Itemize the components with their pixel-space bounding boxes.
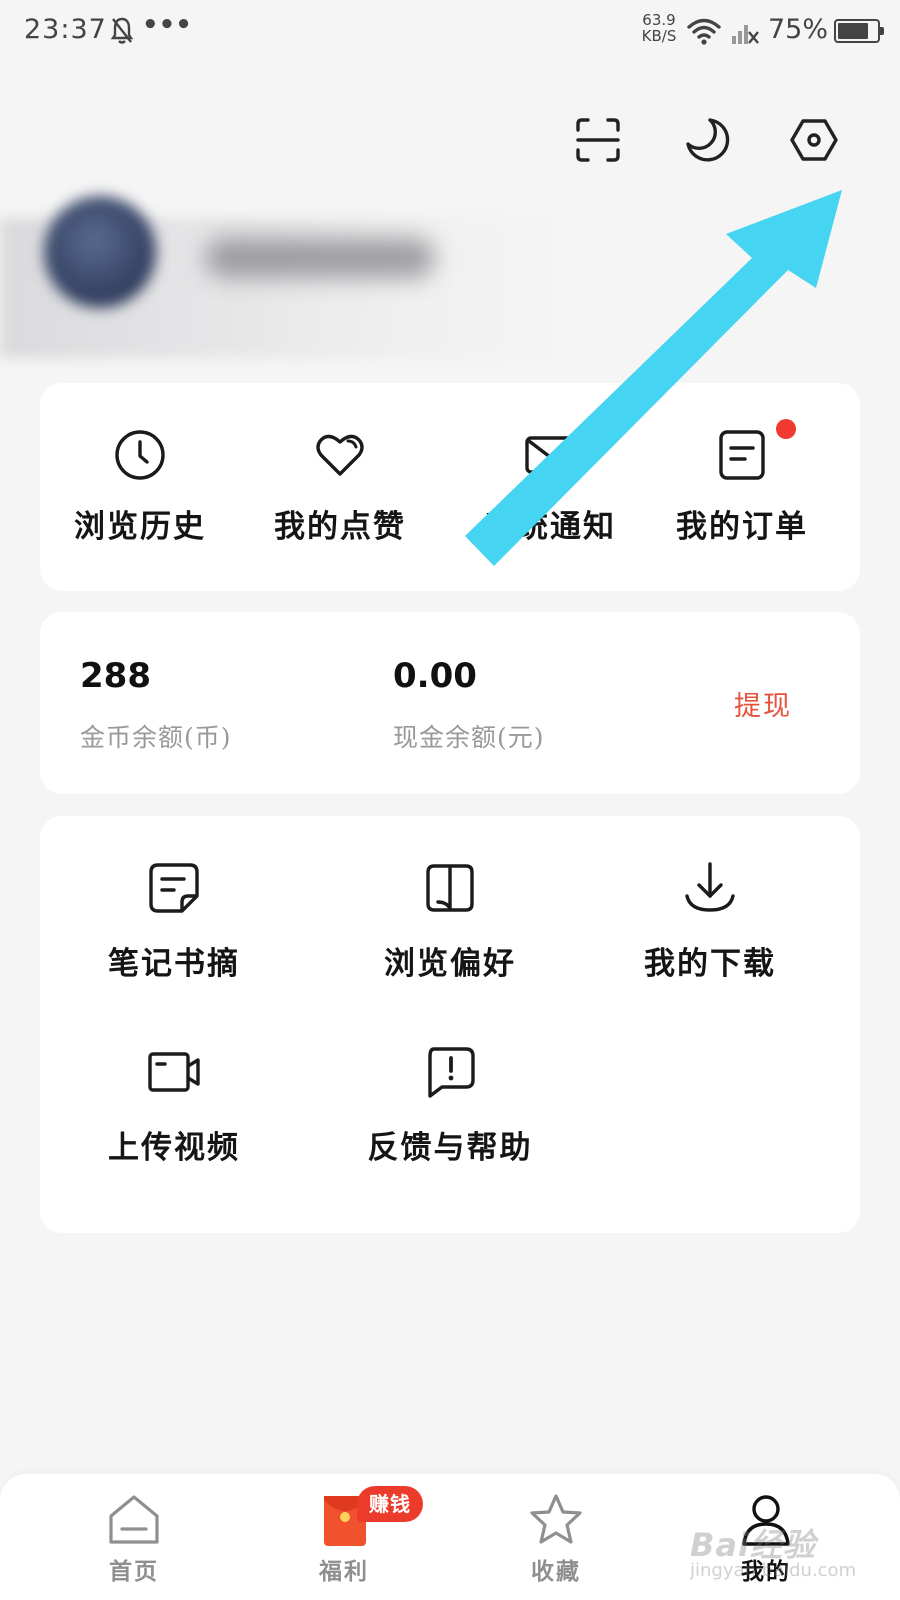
username-blurred — [205, 238, 435, 278]
order-icon — [719, 430, 765, 480]
network-speed: 63.9 KB/S — [632, 12, 686, 44]
cash-value[interactable]: 0.00 — [393, 656, 477, 696]
notifications-button[interactable]: 系统通知 — [450, 427, 650, 557]
scan-button[interactable] — [572, 114, 624, 166]
quick-action-label: 系统通知 — [484, 509, 616, 545]
settings-button[interactable] — [788, 114, 840, 166]
nav-favorites[interactable]: 收藏 — [486, 1492, 626, 1592]
feedback-icon — [428, 1047, 475, 1098]
tool-label: 上传视频 — [108, 1130, 240, 1166]
nav-label: 首页 — [109, 1559, 159, 1585]
coins-value[interactable]: 288 — [80, 656, 151, 696]
book-icon — [426, 864, 474, 912]
coins-label: 金币余额(币) — [80, 723, 232, 752]
network-speed-unit: KB/S — [641, 27, 677, 45]
nav-mine[interactable]: 我的 — [696, 1492, 836, 1592]
orders-button[interactable]: 我的订单 — [642, 427, 842, 557]
history-button[interactable]: 浏览历史 — [40, 427, 240, 557]
tools-card: 笔记书摘 浏览偏好 我的下载 上传视频 反馈与帮助 — [40, 816, 860, 1233]
feedback-button[interactable]: 反馈与帮助 — [320, 1044, 580, 1184]
network-speed-value: 63.9 — [642, 11, 676, 29]
settings-icon — [790, 119, 838, 161]
preferences-button[interactable]: 浏览偏好 — [330, 860, 570, 1000]
status-time: 23:37 — [24, 14, 107, 45]
avatar[interactable] — [44, 196, 156, 308]
order-unread-dot — [776, 419, 796, 439]
battery-icon — [834, 19, 884, 43]
scan-icon — [576, 118, 620, 162]
clock-icon — [115, 430, 165, 480]
wallet-card: 288 金币余额(币) 0.00 现金余额(元) 提现 — [40, 612, 860, 794]
battery-percent: 75% — [768, 14, 829, 45]
downloads-button[interactable]: 我的下载 — [590, 860, 830, 1000]
quick-action-label: 我的订单 — [676, 509, 808, 545]
download-icon — [685, 862, 735, 912]
tool-label: 我的下载 — [644, 946, 776, 982]
heart-icon — [316, 434, 364, 476]
nav-label: 我的 — [741, 1559, 791, 1585]
notes-button[interactable]: 笔记书摘 — [54, 860, 294, 1000]
wifi-icon — [687, 18, 721, 45]
tool-label: 笔记书摘 — [108, 946, 240, 982]
home-icon — [109, 1495, 159, 1544]
quick-action-label: 浏览历史 — [74, 509, 206, 545]
status-more-dots: ••• — [142, 10, 192, 40]
withdraw-button[interactable]: 提现 — [734, 684, 792, 723]
tool-label: 反馈与帮助 — [367, 1130, 533, 1166]
video-icon — [148, 1052, 200, 1092]
cell-signal-icon — [732, 25, 759, 44]
mail-icon — [525, 436, 575, 474]
moon-icon — [686, 118, 730, 162]
earn-badge: 赚钱 — [357, 1486, 423, 1522]
upload-video-button[interactable]: 上传视频 — [54, 1044, 294, 1184]
status-bar: 23:37 ••• 63.9 KB/S 75% — [0, 0, 900, 64]
bottom-nav: 首页 福利 收藏 我的 — [0, 1474, 900, 1600]
nav-home[interactable]: 首页 — [64, 1492, 204, 1592]
tool-label: 浏览偏好 — [384, 946, 516, 982]
likes-button[interactable]: 我的点赞 — [240, 427, 440, 557]
night-mode-button[interactable] — [680, 114, 732, 166]
star-icon — [530, 1494, 582, 1544]
person-icon — [742, 1495, 790, 1546]
profile-header[interactable] — [0, 190, 900, 360]
nav-label: 收藏 — [531, 1559, 581, 1585]
cash-label: 现金余额(元) — [393, 723, 545, 752]
quick-action-label: 我的点赞 — [274, 509, 406, 545]
quick-actions-card: 浏览历史 我的点赞 系统通知 我的订单 — [40, 383, 860, 591]
nav-label: 福利 — [319, 1559, 369, 1585]
bell-muted-icon — [110, 17, 134, 44]
note-icon — [149, 863, 199, 913]
